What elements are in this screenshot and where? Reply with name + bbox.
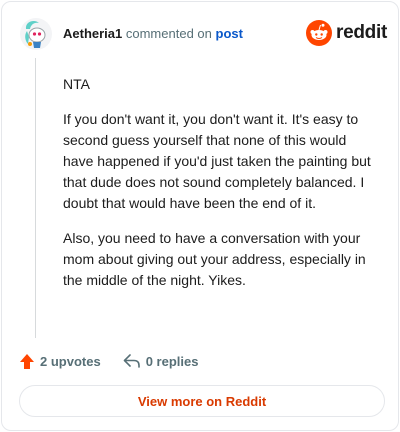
username[interactable]: Aetheria1 [63, 26, 122, 41]
thread-line [35, 58, 36, 338]
reddit-snoo-icon [306, 20, 333, 46]
comment-paragraph: Also, you need to have a conversation wi… [63, 230, 366, 288]
comment-body: NTA If you don't want it, you don't want… [63, 74, 373, 305]
upvote-count: 2 upvotes [40, 353, 101, 369]
post-link[interactable]: post [216, 26, 243, 41]
comment-actions: 2 upvotes 0 replies [19, 350, 220, 372]
comment-paragraph: NTA [63, 76, 90, 92]
byline: Aetheria1 commented on post [63, 26, 243, 41]
reply-button[interactable]: 0 replies [123, 353, 199, 369]
view-more-button[interactable]: View more on Reddit [19, 385, 385, 417]
comment-embed-card: Aetheria1 commented on post reddit NTA I… [1, 1, 399, 431]
snoo-avatar-icon[interactable] [19, 17, 53, 51]
reddit-wordmark: reddit [336, 22, 387, 43]
upvote-arrow-icon [20, 353, 34, 369]
commented-text: commented on [125, 26, 212, 41]
comment-header: Aetheria1 commented on post reddit [19, 17, 387, 53]
comment-paragraph: If you don't want it, you don't want it.… [63, 111, 371, 211]
reply-count: 0 replies [145, 353, 199, 369]
reddit-logo[interactable]: reddit [306, 20, 387, 46]
reply-arrow-icon [123, 354, 140, 368]
upvote-button[interactable]: 2 upvotes [19, 353, 101, 370]
